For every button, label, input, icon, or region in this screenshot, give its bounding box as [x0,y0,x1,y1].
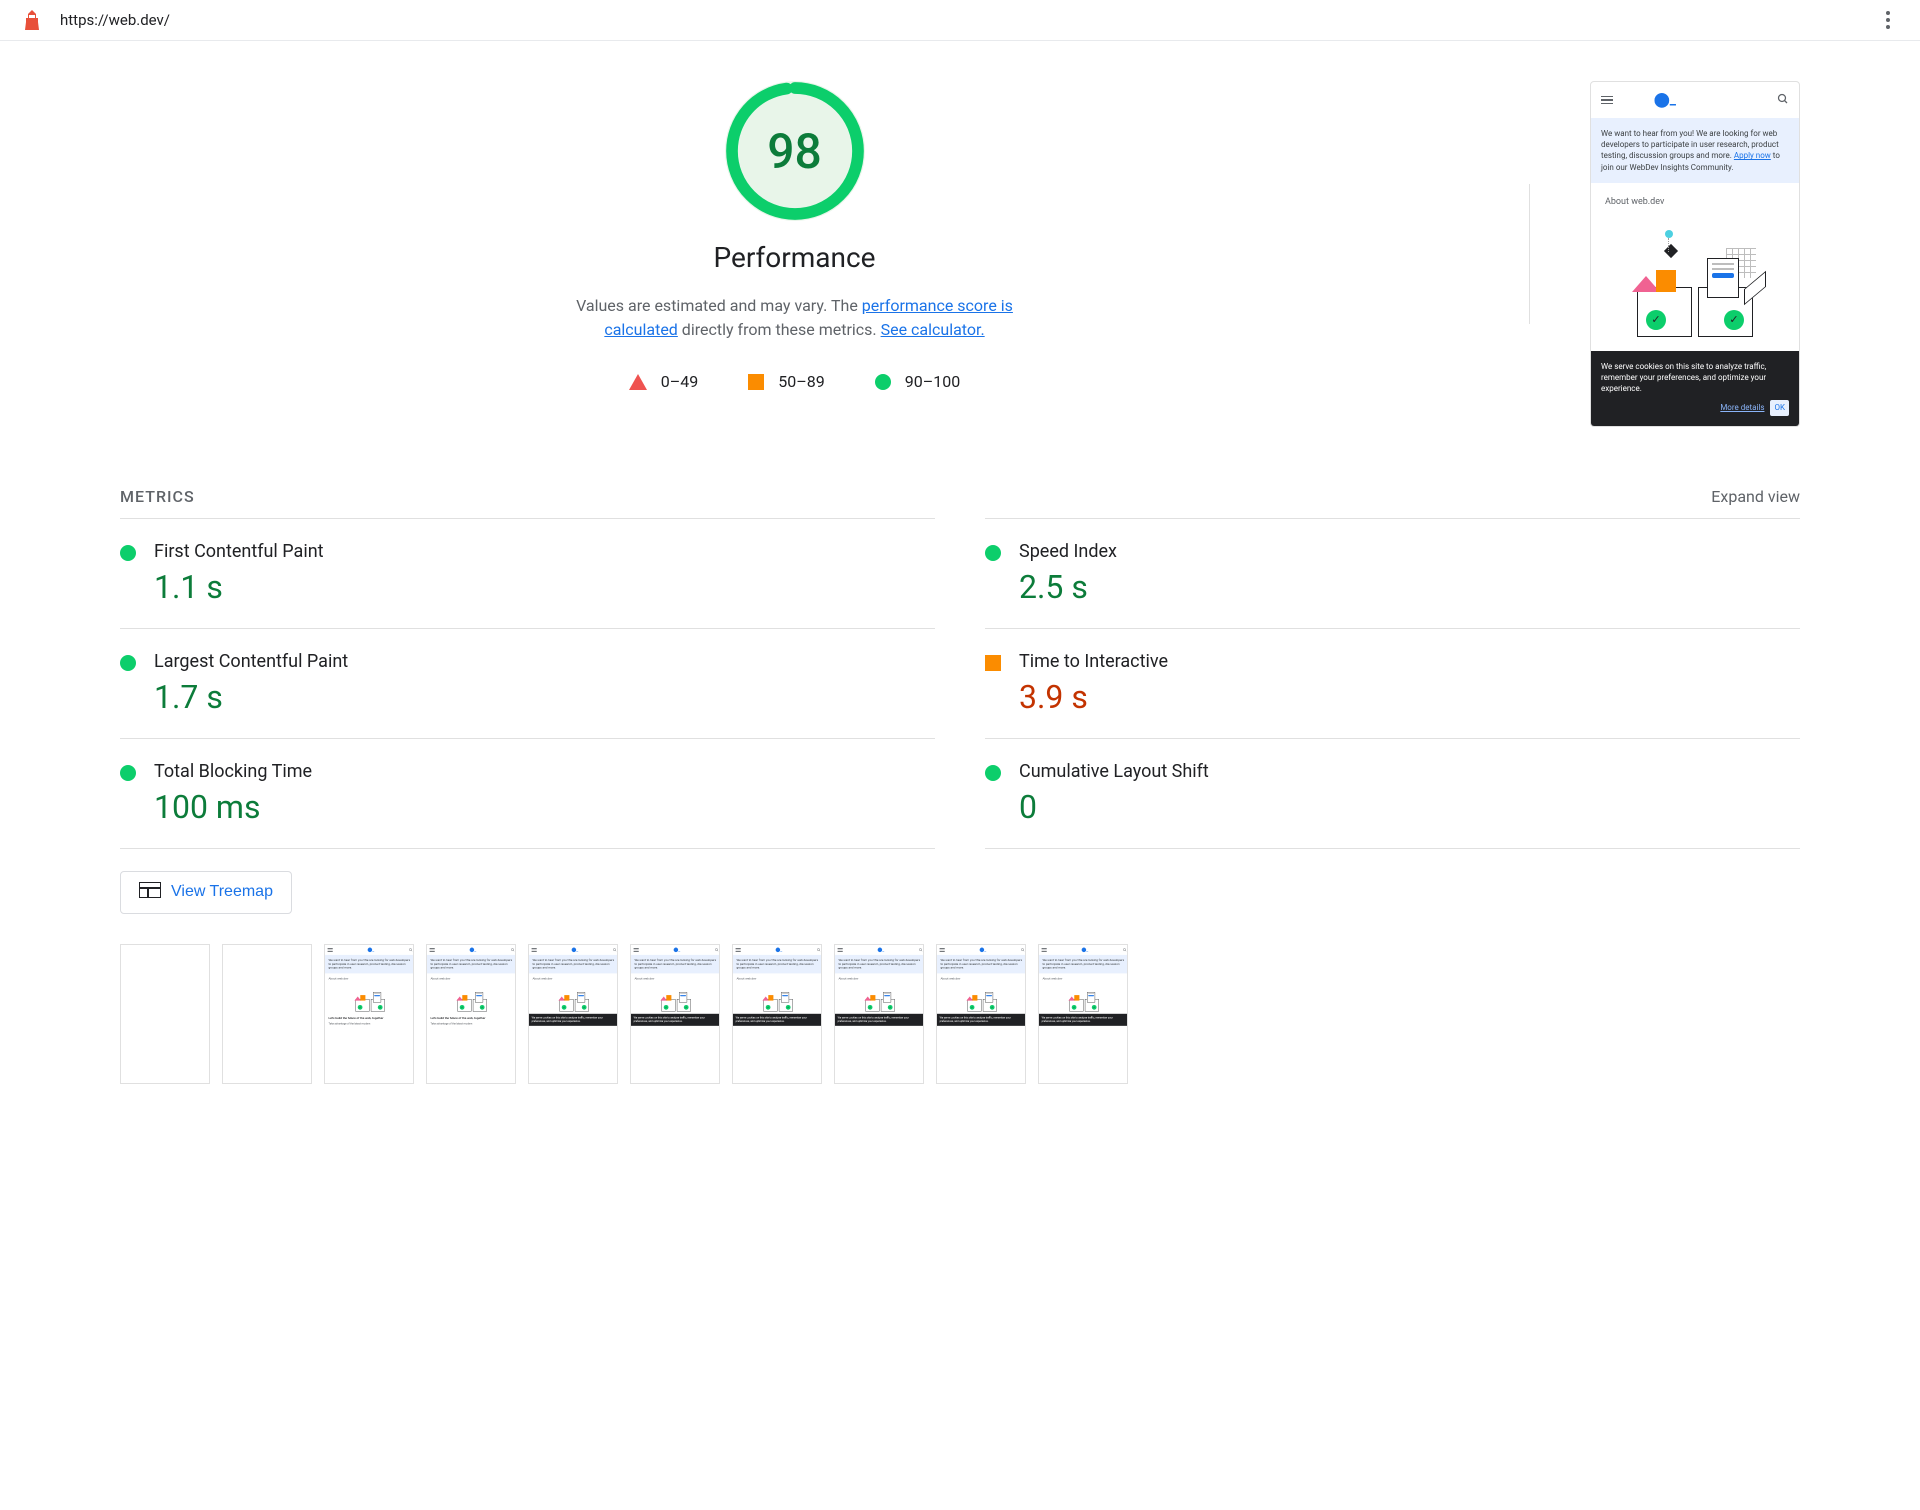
filmstrip-frame[interactable]: ⬤_ We want to hear from you! We are look… [834,944,924,1084]
metric-lcp: Largest Contentful Paint 1.7 s [120,628,935,738]
hamburger-icon [1601,96,1613,105]
more-menu-icon[interactable] [1876,8,1900,32]
search-icon [1777,93,1789,108]
metric-si: Speed Index 2.5 s [985,518,1800,628]
status-square-icon [985,655,1001,671]
score-legend: 0–49 50–89 90–100 [629,372,960,391]
filmstrip-frame[interactable]: ⬤_ We want to hear from you! We are look… [1038,944,1128,1084]
filmstrip-frame[interactable]: ⬤_ We want to hear from you! We are look… [426,944,516,1084]
status-circle-icon [985,765,1001,781]
filmstrip-frame[interactable]: ⬤_ We want to hear from you! We are look… [936,944,1026,1084]
circle-icon [875,374,891,390]
main-content: 98 Performance Values are estimated and … [0,41,1920,1104]
webdev-logo: ⬤_ [1654,92,1676,108]
view-treemap-button[interactable]: View Treemap [120,871,292,914]
cookie-banner: We serve cookies on this site to analyze… [1591,351,1799,426]
status-circle-icon [985,545,1001,561]
filmstrip-frame[interactable]: ⬤_ We want to hear from you! We are look… [630,944,720,1084]
filmstrip-frame[interactable]: ⬤_ We want to hear from you! We are look… [324,944,414,1084]
performance-summary: 98 Performance Values are estimated and … [120,81,1800,427]
metric-fcp: First Contentful Paint 1.1 s [120,518,935,628]
metric-tti: Time to Interactive 3.9 s [985,628,1800,738]
filmstrip-frame[interactable]: ⬤_ We want to hear from you! We are look… [528,944,618,1084]
square-icon [748,374,764,390]
legend-average: 50–89 [748,372,824,391]
status-circle-icon [120,765,136,781]
filmstrip: ⬤_ We want to hear from you! We are look… [120,944,1800,1104]
about-heading: About web.dev [1605,197,1785,207]
illustration: ✓ ✓ [1605,227,1785,337]
triangle-icon [629,374,647,390]
page-url[interactable]: https://web.dev/ [60,11,170,29]
screenshot-banner: We want to hear from you! We are looking… [1591,118,1799,183]
status-circle-icon [120,655,136,671]
treemap-icon [139,882,161,903]
filmstrip-frame[interactable]: ⬤_ We want to hear from you! We are look… [732,944,822,1084]
legend-fail: 0–49 [629,372,698,391]
ok-button: OK [1770,400,1789,415]
category-title: Performance [714,241,876,274]
metric-tbt: Total Blocking Time 100 ms [120,738,935,849]
expand-view-toggle[interactable]: Expand view [1711,487,1800,506]
filmstrip-frame[interactable] [222,944,312,1084]
score-value: 98 [725,81,865,221]
filmstrip-frame[interactable] [120,944,210,1084]
vertical-divider [1529,184,1530,324]
metrics-title: METRICS [120,487,195,506]
lighthouse-icon [20,8,44,32]
final-screenshot: ⬤_ We want to hear from you! We are look… [1590,81,1800,427]
status-circle-icon [120,545,136,561]
metrics-grid: First Contentful Paint 1.1 s Speed Index… [120,518,1800,849]
metrics-section: METRICS Expand view First Contentful Pai… [120,487,1800,1104]
score-gauge: 98 [725,81,865,221]
more-details-link: More details [1720,402,1764,413]
header-bar: https://web.dev/ [0,0,1920,41]
score-description: Values are estimated and may vary. The p… [555,294,1035,342]
legend-pass: 90–100 [875,372,960,391]
metric-cls: Cumulative Layout Shift 0 [985,738,1800,849]
see-calculator-link[interactable]: See calculator. [881,320,985,339]
